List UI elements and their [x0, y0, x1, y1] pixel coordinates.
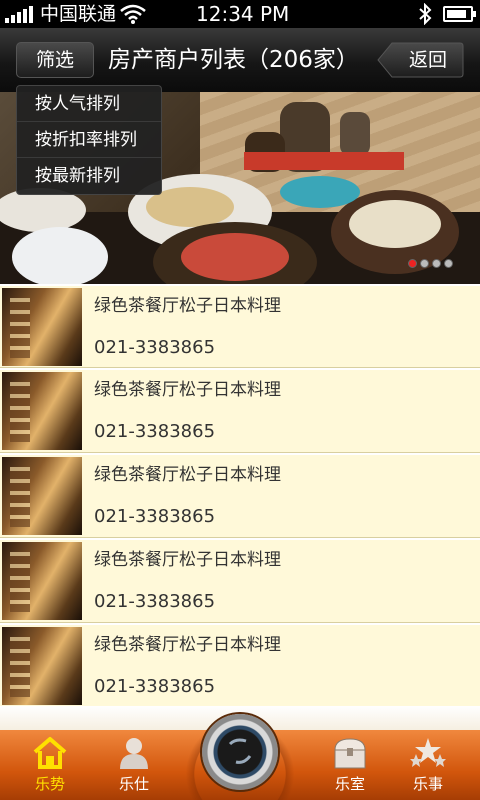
wifi-icon: [120, 4, 146, 24]
clock: 12:34 PM: [196, 2, 290, 26]
carrier-label: 中国联通: [40, 3, 117, 25]
person-icon: [120, 738, 148, 769]
tab-leshi-home[interactable]: 乐势: [10, 730, 90, 800]
merchant-name: 绿色茶餐厅松子日本料理: [94, 550, 281, 570]
camera-button[interactable]: [202, 714, 278, 790]
merchant-thumbnail: [2, 372, 82, 450]
sort-menu: 按人气排列 按折扣率排列 按最新排列: [16, 85, 162, 195]
carousel-dot[interactable]: [408, 259, 417, 268]
merchant-name: 绿色茶餐厅松子日本料理: [94, 465, 281, 485]
page-title: 房产商户列表（206家）: [108, 47, 359, 73]
merchant-phone: 021-3383865: [94, 421, 216, 442]
merchant-thumbnail: [2, 288, 82, 366]
sort-by-popularity[interactable]: 按人气排列: [17, 86, 161, 122]
merchant-phone: 021-3383865: [94, 676, 216, 697]
bluetooth-icon: [419, 3, 432, 25]
tab-leshi-event[interactable]: 乐事: [388, 730, 468, 800]
camera-lens-icon: [228, 738, 252, 764]
battery-icon: [443, 6, 476, 22]
merchant-list: 绿色茶餐厅松子日本料理 021-3383865 绿色茶餐厅松子日本料理 021-…: [0, 286, 480, 720]
merchant-name: 绿色茶餐厅松子日本料理: [94, 635, 281, 655]
tab-label: 乐室: [334, 775, 365, 793]
merchant-phone: 021-3383865: [94, 591, 216, 612]
merchant-name: 绿色茶餐厅松子日本料理: [94, 380, 281, 400]
list-item[interactable]: 绿色茶餐厅松子日本料理 021-3383865: [0, 625, 480, 708]
sort-by-discount[interactable]: 按折扣率排列: [17, 122, 161, 158]
carousel-dot[interactable]: [444, 259, 453, 268]
merchant-thumbnail: [2, 457, 82, 535]
merchant-phone: 021-3383865: [94, 506, 216, 527]
merchant-thumbnail: [2, 542, 82, 620]
list-item[interactable]: 绿色茶餐厅松子日本料理 021-3383865: [0, 286, 480, 368]
list-item[interactable]: 绿色茶餐厅松子日本料理 021-3383865: [0, 455, 480, 538]
list-item[interactable]: 绿色茶餐厅松子日本料理 021-3383865: [0, 540, 480, 623]
merchant-name: 绿色茶餐厅松子日本料理: [94, 296, 281, 316]
tab-label: 乐仕: [118, 775, 149, 793]
tab-leshi-room[interactable]: 乐室: [310, 730, 390, 800]
back-button[interactable]: 返回: [376, 42, 464, 78]
signal-icon: [5, 6, 35, 23]
tab-leshi-person[interactable]: 乐仕: [94, 730, 174, 800]
merchant-thumbnail: [2, 627, 82, 705]
status-bar: 中国联通 12:34 PM: [0, 0, 480, 28]
list-item[interactable]: 绿色茶餐厅松子日本料理 021-3383865: [0, 370, 480, 453]
back-button-label: 返回: [408, 49, 447, 71]
carousel-indicator: [408, 253, 456, 268]
merchant-phone: 021-3383865: [94, 337, 216, 358]
nav-header: 筛选 房产商户列表（206家） 返回: [0, 28, 480, 92]
filter-button[interactable]: 筛选: [16, 42, 94, 78]
carousel-dot[interactable]: [420, 259, 429, 268]
carousel-dot[interactable]: [432, 259, 441, 268]
tab-label: 乐势: [34, 775, 65, 793]
stars-icon: [410, 738, 446, 767]
sort-by-newest[interactable]: 按最新排列: [17, 158, 161, 194]
treasure-chest-icon: [334, 738, 366, 769]
home-icon: [33, 737, 67, 769]
tab-label: 乐事: [412, 775, 443, 793]
